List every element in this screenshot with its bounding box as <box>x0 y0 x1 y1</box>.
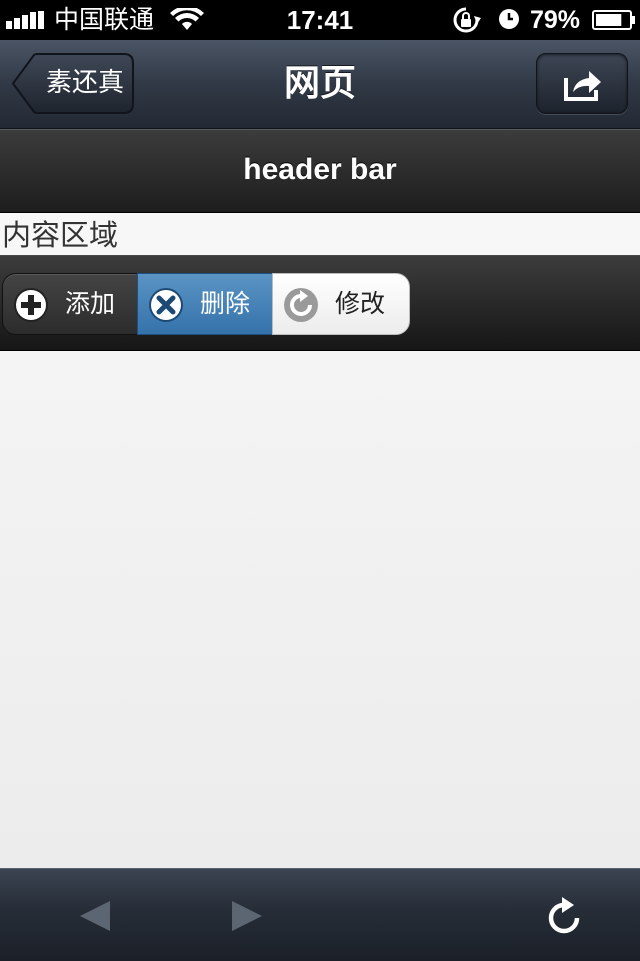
add-button-label: 添加 <box>65 289 116 318</box>
delete-button[interactable]: 删除 <box>137 273 273 335</box>
page-title: 网页 <box>283 63 356 104</box>
header-bar-title: header bar <box>243 153 397 186</box>
edit-button-label: 修改 <box>335 289 386 318</box>
navigation-bar: 素还真 网页 <box>0 40 640 129</box>
back-arrow-icon[interactable] <box>78 899 112 933</box>
alarm-icon <box>499 9 519 29</box>
rotation-lock-icon <box>453 7 481 33</box>
status-bar: 中国联通 17:41 79% <box>0 0 640 40</box>
battery-percent: 79% <box>530 6 581 34</box>
delete-button-label: 删除 <box>200 289 251 318</box>
button-toolbar: 添加 删除 修改 <box>0 255 640 351</box>
share-button[interactable] <box>536 53 628 114</box>
header-bar: header bar <box>0 129 640 213</box>
content-area-label: 内容区域 <box>0 213 640 255</box>
plus-icon <box>14 288 48 322</box>
battery-icon <box>592 10 635 30</box>
refresh-icon <box>284 288 318 322</box>
back-button-label: 素还真 <box>45 68 124 98</box>
share-icon <box>564 71 601 101</box>
back-button[interactable]: 素还真 <box>12 53 134 114</box>
main-content <box>0 351 640 868</box>
add-button[interactable]: 添加 <box>2 273 138 335</box>
forward-arrow-icon[interactable] <box>230 899 264 933</box>
bottom-toolbar <box>0 868 640 961</box>
reload-icon[interactable] <box>546 897 582 935</box>
delete-icon <box>149 288 183 322</box>
edit-button[interactable]: 修改 <box>272 273 410 335</box>
